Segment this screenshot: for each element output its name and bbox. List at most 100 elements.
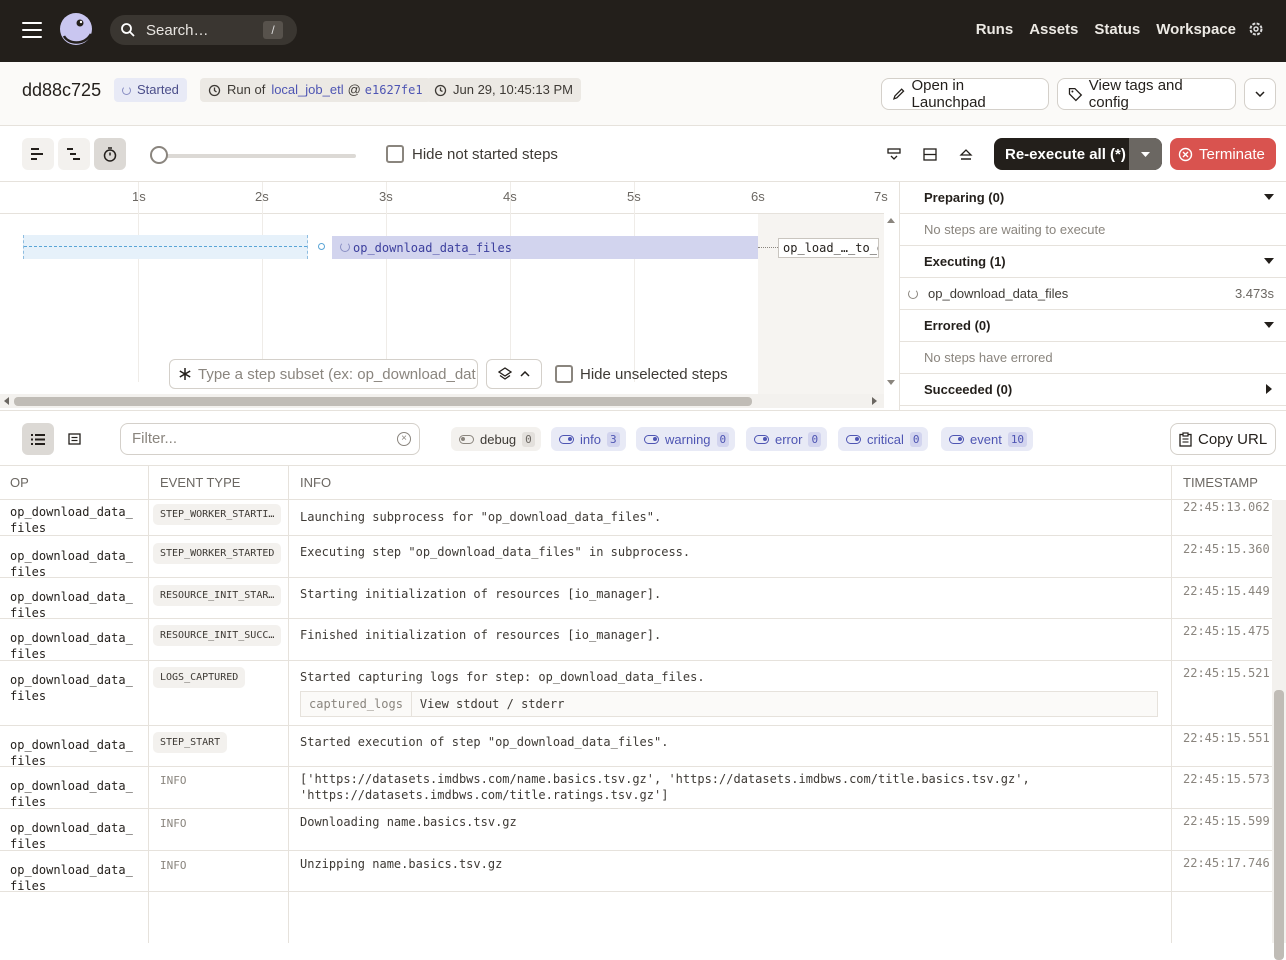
chevron-down-icon bbox=[1264, 322, 1274, 328]
row-op: op_download_data_files bbox=[10, 673, 133, 703]
row-op: op_download_data_files bbox=[10, 821, 133, 851]
expand-all-button[interactable] bbox=[878, 138, 910, 170]
hide-unselected-label[interactable]: Hide unselected steps bbox=[580, 366, 728, 383]
executing-step-item[interactable]: op_download_data_files 3.473s bbox=[900, 278, 1286, 310]
table-row[interactable]: op_download_data_files INFO ['https://da… bbox=[0, 767, 1272, 809]
nav-runs[interactable]: Runs bbox=[976, 21, 1014, 38]
level-filter-error[interactable]: error 0 bbox=[746, 427, 828, 451]
step-bar-pending[interactable]: op_load_…_to_db bbox=[778, 238, 879, 258]
waterfall-icon bbox=[67, 148, 80, 160]
reexecute-all-button[interactable]: Re-execute all (*) bbox=[994, 138, 1162, 170]
column-header-event-type[interactable]: EVENT TYPE bbox=[148, 466, 288, 500]
terminate-label: Terminate bbox=[1199, 145, 1265, 163]
log-filter-input[interactable]: Filter... × bbox=[120, 423, 420, 455]
executing-section-header[interactable]: Executing (1) bbox=[900, 246, 1286, 278]
table-row[interactable]: op_download_data_files INFO Unzipping na… bbox=[0, 851, 1272, 893]
nav-status[interactable]: Status bbox=[1094, 21, 1140, 38]
scroll-down-icon bbox=[887, 380, 895, 385]
row-info: ['https://datasets.imdbws.com/name.basic… bbox=[300, 772, 1030, 802]
row-timestamp: 22:45:15.573 bbox=[1183, 772, 1270, 786]
gantt-vertical-scrollbar[interactable] bbox=[884, 214, 898, 392]
table-row[interactable]: op_download_data_files LOGS_CAPTURED Sta… bbox=[0, 661, 1272, 726]
table-row[interactable]: op_download_data_files STEP_WORKER_START… bbox=[0, 536, 1272, 579]
level-filter-info[interactable]: info 3 bbox=[551, 427, 626, 451]
succeeded-section-header[interactable]: Succeeded (0) bbox=[900, 374, 1286, 406]
row-info: Launching subprocess for "op_download_da… bbox=[300, 510, 662, 524]
terminate-button[interactable]: Terminate bbox=[1170, 138, 1276, 170]
toggle-icon bbox=[644, 434, 659, 444]
event-type-badge: STEP_WORKER_STARTI… bbox=[153, 504, 282, 525]
spinner-icon bbox=[122, 85, 131, 95]
structured-logs-button[interactable] bbox=[22, 423, 54, 455]
more-actions-button[interactable] bbox=[1244, 78, 1276, 110]
copy-url-button[interactable]: Copy URL bbox=[1170, 423, 1276, 455]
snapshot-link[interactable]: e1627fe1 bbox=[365, 78, 423, 102]
table-row[interactable]: op_download_data_files RESOURCE_INIT_STA… bbox=[0, 578, 1272, 620]
preparing-section-header[interactable]: Preparing (0) bbox=[900, 182, 1286, 214]
open-launchpad-button[interactable]: Open in Launchpad bbox=[881, 77, 1049, 111]
view-tags-button[interactable]: View tags and config bbox=[1057, 77, 1236, 111]
level-filter-event[interactable]: event 10 bbox=[941, 427, 1034, 451]
errored-section-header[interactable]: Errored (0) bbox=[900, 310, 1286, 342]
nav-workspace[interactable]: Workspace bbox=[1156, 21, 1236, 38]
log-filter-placeholder: Filter... bbox=[132, 430, 178, 447]
split-panel-icon bbox=[923, 147, 937, 161]
log-vertical-scrollbar[interactable] bbox=[1272, 500, 1286, 960]
scrollbar-thumb[interactable] bbox=[14, 397, 752, 406]
hide-not-started-label[interactable]: Hide not started steps bbox=[412, 146, 558, 163]
dependency-line bbox=[758, 247, 778, 248]
row-timestamp: 22:45:15.360 bbox=[1183, 542, 1270, 556]
clear-icon[interactable]: × bbox=[397, 432, 411, 446]
step-bar-executing[interactable]: op_download_data_files bbox=[332, 236, 758, 259]
view-stdout-link[interactable]: View stdout / stderr bbox=[412, 692, 573, 716]
raw-logs-button[interactable] bbox=[58, 423, 90, 455]
gantt-horizontal-scrollbar[interactable] bbox=[0, 394, 884, 408]
column-header-op[interactable]: OP bbox=[0, 466, 148, 500]
layer-toggle-button[interactable] bbox=[486, 359, 542, 389]
document-icon bbox=[67, 433, 81, 445]
table-row[interactable]: op_download_data_files INFO Downloading … bbox=[0, 809, 1272, 851]
level-filter-debug[interactable]: debug 0 bbox=[451, 427, 541, 451]
step-subset-placeholder: Type a step subset (ex: op_download_dat bbox=[198, 365, 476, 383]
timed-view-button[interactable] bbox=[94, 138, 126, 170]
zoom-slider-handle[interactable] bbox=[150, 146, 168, 164]
status-label: Started bbox=[137, 82, 179, 97]
run-time: Jun 29, 10:45:13 PM bbox=[453, 82, 573, 97]
row-timestamp: 22:45:15.449 bbox=[1183, 584, 1270, 598]
table-row[interactable]: op_download_data_files RESOURCE_INIT_SUC… bbox=[0, 619, 1272, 661]
zoom-slider[interactable] bbox=[150, 146, 356, 164]
dagster-logo-icon[interactable] bbox=[56, 10, 96, 50]
menu-icon[interactable] bbox=[22, 22, 42, 38]
table-row[interactable]: op_download_data_files STEP_START Starte… bbox=[0, 726, 1272, 768]
column-header-info[interactable]: INFO bbox=[288, 466, 1171, 500]
scrollbar-thumb[interactable] bbox=[1274, 690, 1284, 960]
reexecute-dropdown[interactable] bbox=[1129, 138, 1162, 170]
hide-unselected-checkbox[interactable] bbox=[555, 365, 573, 383]
succeeded-label: Succeeded (0) bbox=[924, 382, 1013, 397]
job-link[interactable]: local_job_etl bbox=[271, 78, 343, 102]
row-op: op_download_data_files bbox=[10, 549, 133, 579]
run-of-tag: Run of local_job_etl @ e1627fe1 bbox=[200, 78, 431, 102]
row-info: Unzipping name.basics.tsv.gz bbox=[300, 857, 503, 871]
captured-logs-box[interactable]: captured_logs View stdout / stderr bbox=[300, 691, 1158, 717]
hide-not-started-checkbox[interactable] bbox=[386, 145, 404, 163]
align-left-icon bbox=[31, 148, 43, 160]
level-filter-critical[interactable]: critical 0 bbox=[838, 427, 929, 451]
level-filter-warning[interactable]: warning 0 bbox=[636, 427, 736, 451]
level-count: 0 bbox=[808, 431, 822, 447]
column-header-timestamp[interactable]: TIMESTAMP bbox=[1171, 466, 1272, 500]
search-bar[interactable]: Search… / bbox=[110, 15, 297, 45]
split-view-button[interactable] bbox=[914, 138, 946, 170]
waterfall-view-button[interactable] bbox=[58, 138, 90, 170]
nav-assets[interactable]: Assets bbox=[1029, 21, 1078, 38]
flat-view-button[interactable] bbox=[22, 138, 54, 170]
row-info: Finished initialization of resources [io… bbox=[300, 628, 662, 642]
gear-icon[interactable] bbox=[1248, 21, 1264, 37]
table-row[interactable]: op_download_data_files STEP_WORKER_START… bbox=[0, 500, 1272, 536]
level-label: warning bbox=[665, 431, 711, 447]
gridline bbox=[510, 182, 511, 382]
level-label: critical bbox=[867, 431, 904, 447]
collapse-all-button[interactable] bbox=[950, 138, 982, 170]
step-subset-input[interactable]: Type a step subset (ex: op_download_dat bbox=[169, 359, 478, 389]
level-count: 3 bbox=[606, 431, 620, 447]
